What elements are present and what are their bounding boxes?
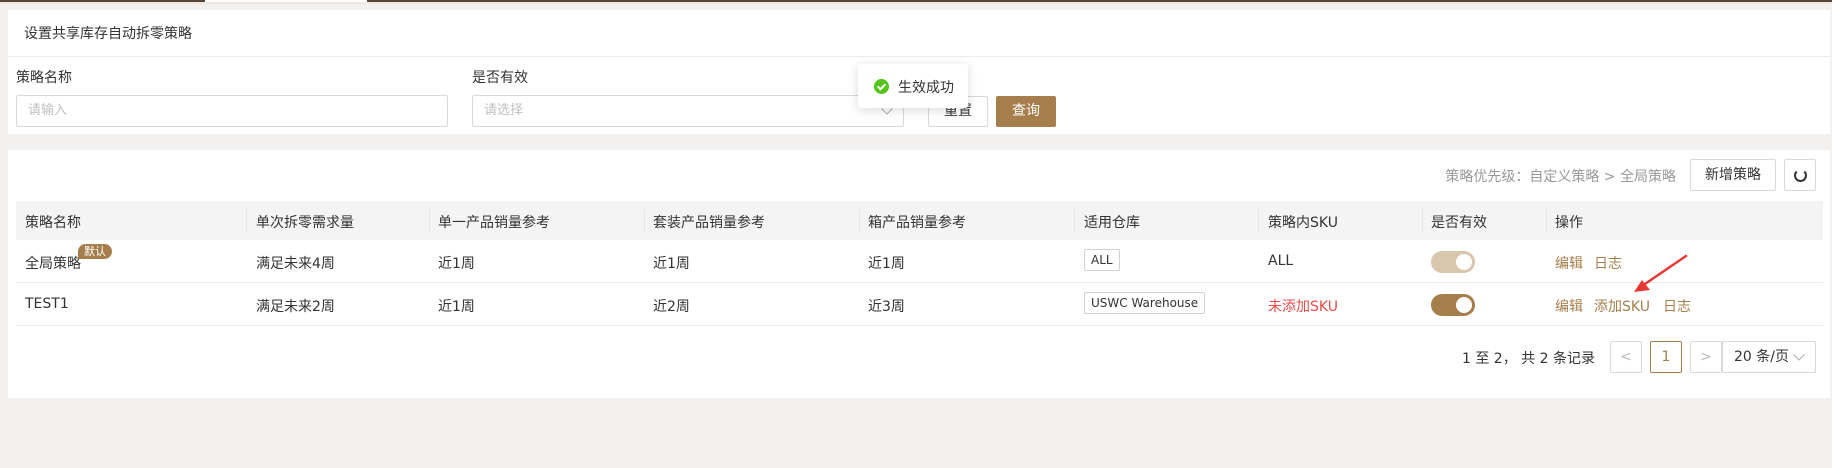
refresh-button[interactable] [1784,159,1816,191]
cell-demand: 满足未来4周 [256,256,335,272]
column-divider [1546,209,1547,233]
cell-bundle: 近1周 [653,256,690,272]
refresh-icon [1794,169,1807,182]
cell-name: 全局策略 [25,256,81,272]
top-nav-bar-right [367,0,1832,2]
top-nav-bar-left [0,0,205,2]
page-title: 设置共享库存自动拆零策略 [24,26,192,42]
enabled-toggle[interactable] [1431,294,1475,316]
strategy-name-label: 策略名称 [16,70,72,86]
cell-bundle: 近2周 [653,299,690,315]
column-header-name: 策略名称 [25,215,81,231]
page-size-select[interactable]: 20 条/页 [1722,341,1816,373]
page-size-value: 20 条/页 [1734,349,1789,365]
add-sku-link[interactable]: 添加SKU [1594,296,1650,316]
divider [8,56,1830,57]
query-button[interactable]: 查询 [996,96,1056,127]
check-circle-icon [874,79,889,94]
prev-page-button[interactable]: < [1610,341,1642,373]
cell-sku: ALL [1268,253,1294,269]
column-divider [246,209,247,233]
column-header-warehouse: 适用仓库 [1084,215,1140,231]
toggle-knob [1456,254,1472,270]
valid-status-select[interactable]: 请选择 [472,95,904,127]
table-row: TEST1 满足未来2周 近1周 近2周 近3周 USWC Warehouse … [16,283,1823,326]
edit-link[interactable]: 编辑 [1555,296,1583,316]
add-strategy-button[interactable]: 新增策略 [1690,159,1776,191]
column-header-demand: 单次拆零需求量 [256,215,354,231]
success-toast: 生效成功 [858,64,968,108]
column-header-actions: 操作 [1555,215,1583,231]
column-divider [1074,209,1075,233]
next-page-button[interactable]: > [1690,341,1722,373]
warehouse-tag: USWC Warehouse [1084,292,1206,314]
cell-name: TEST1 [25,296,69,312]
column-divider [859,209,860,233]
priority-hint: 策略优先级：自定义策略 > 全局策略 [1445,169,1676,185]
annotation-arrow-icon [1634,254,1688,292]
column-header-enabled: 是否有效 [1431,215,1487,231]
table-row: 全局策略 默认 满足未来4周 近1周 近1周 近1周 ALL ALL 编辑 日志 [16,240,1823,283]
strategy-table-panel: 策略优先级：自定义策略 > 全局策略 新增策略 策略名称 单次拆零需求量 单一产… [8,150,1830,398]
enabled-toggle[interactable] [1431,251,1475,273]
pagination-summary: 1 至 2， 共 2 条记录 [1462,351,1595,367]
column-header-sku: 策略内SKU [1268,215,1338,231]
column-header-box: 箱产品销量参考 [868,215,966,231]
valid-status-label: 是否有效 [472,70,528,86]
cell-sku-missing: 未添加SKU [1268,299,1338,315]
column-divider [1422,209,1423,233]
valid-status-placeholder: 请选择 [484,103,524,118]
column-header-single: 单一产品销量参考 [438,215,550,231]
strategy-name-placeholder: 请输入 [28,103,68,118]
cell-box: 近1周 [868,256,905,272]
cell-demand: 满足未来2周 [256,299,335,315]
edit-link[interactable]: 编辑 [1555,253,1583,273]
column-divider [1258,209,1259,233]
cell-box: 近3周 [868,299,905,315]
column-header-bundle: 套装产品销量参考 [653,215,765,231]
table-header: 策略名称 单次拆零需求量 单一产品销量参考 套装产品销量参考 箱产品销量参考 适… [16,201,1823,240]
column-divider [429,209,430,233]
strategy-name-input[interactable]: 请输入 [16,95,448,127]
page-1-button[interactable]: 1 [1650,341,1682,373]
warehouse-tag: ALL [1084,249,1120,271]
toggle-knob [1456,297,1472,313]
toast-message: 生效成功 [898,80,954,96]
cell-single: 近1周 [438,299,475,315]
chevron-down-icon [1793,349,1805,361]
log-link[interactable]: 日志 [1663,296,1691,316]
top-nav-active-tab [205,0,367,2]
column-divider [644,209,645,233]
log-link[interactable]: 日志 [1594,253,1622,273]
cell-single: 近1周 [438,256,475,272]
default-badge: 默认 [78,244,112,259]
